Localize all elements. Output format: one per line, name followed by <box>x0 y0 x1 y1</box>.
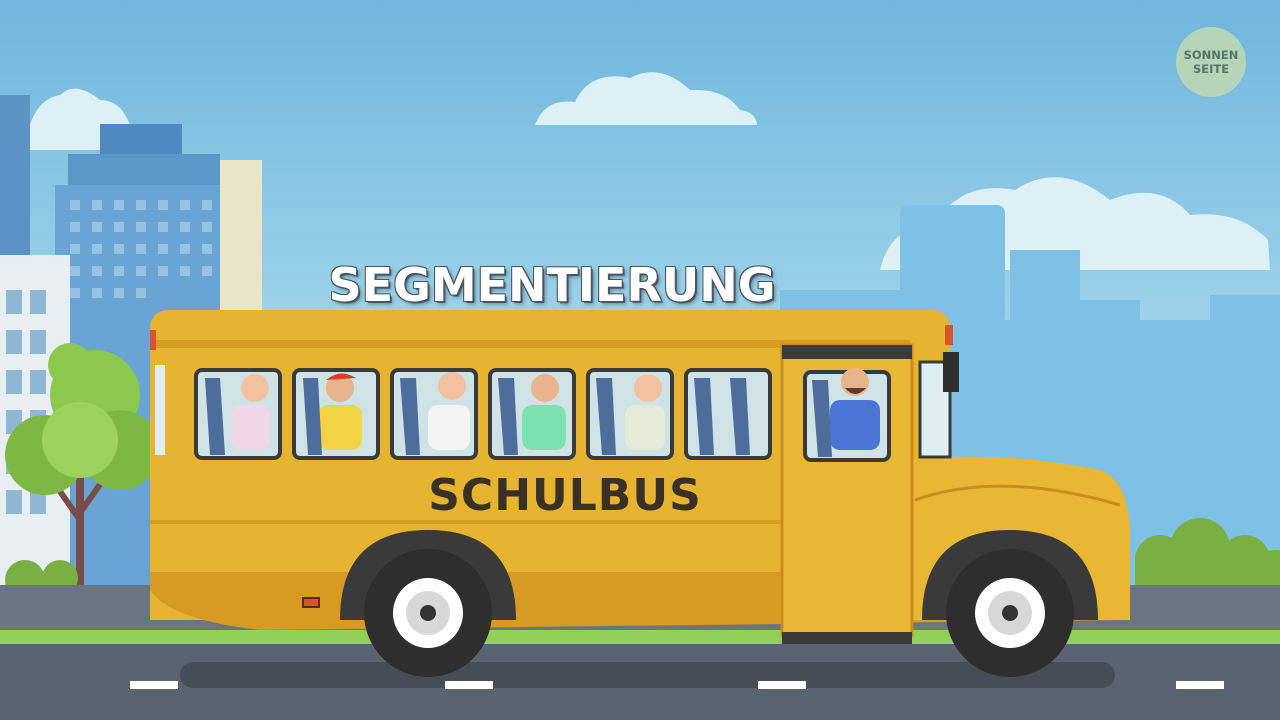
grass-strip <box>0 630 1280 644</box>
window-passenger <box>586 368 674 460</box>
window-passenger <box>488 368 576 460</box>
window-empty <box>684 368 772 460</box>
bus-label-schulbus: SCHULBUS <box>428 470 702 521</box>
wheel-front <box>946 549 1074 677</box>
window-passenger <box>390 368 478 460</box>
logo-line2: SEITE <box>1192 62 1230 76</box>
window-passenger <box>194 368 282 460</box>
sonnenseite-logo: SONNEN SEITE <box>1176 27 1246 97</box>
school-bus-scene <box>0 0 1280 720</box>
window-driver <box>803 368 891 462</box>
wheel-rear <box>364 549 492 677</box>
headline-segmentierung: SEGMENTIERUNG <box>328 258 776 312</box>
window-passenger <box>292 368 380 460</box>
logo-line1: SONNEN <box>1183 48 1239 62</box>
